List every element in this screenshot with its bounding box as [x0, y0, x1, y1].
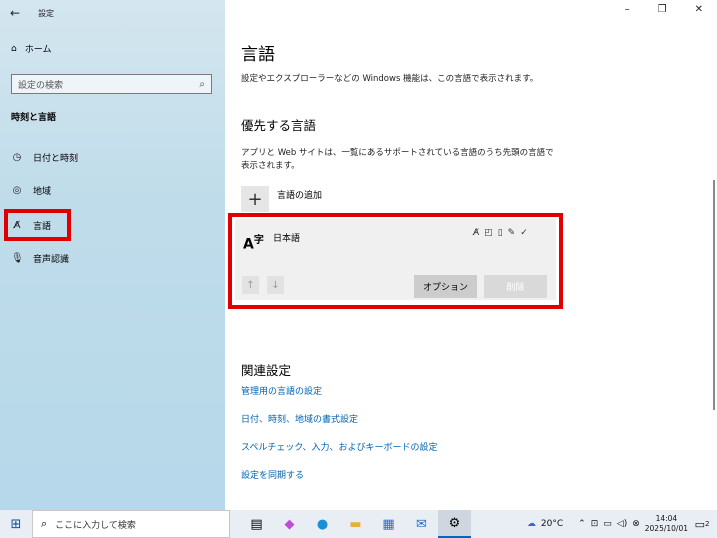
system-tray: ☁ 20°C ⌃ ⊡ ▭ ◁) ⊗ 14:04 2025/10/01 ▭ 2 [527, 510, 717, 538]
window-controls: – ❐ ✕ [625, 4, 703, 15]
titlebar-left: ← 設定 [10, 5, 54, 21]
file-explorer-button[interactable]: ▬ [339, 510, 372, 538]
chevron-up-icon[interactable]: ⌃ [578, 519, 586, 529]
sidebar-item-date-time[interactable]: ◷ 日付と時刻 [11, 148, 78, 166]
speech-recognition-icon: ▯ [497, 228, 503, 238]
add-language-label[interactable]: 言語の追加 [277, 188, 322, 201]
main-content: – ❐ ✕ 言語 設定やエクスプローラーなどの Windows 機能は、この言語… [225, 0, 717, 510]
weather-temp[interactable]: 20°C [541, 519, 563, 529]
mail-icon: ✉ [416, 516, 427, 532]
edge-icon: ● [316, 516, 329, 532]
calendar-clock-icon: ◷ [12, 151, 22, 163]
arrow-up-icon: ↑ [246, 279, 255, 291]
move-up-button[interactable]: ↑ [242, 276, 259, 294]
notification-count: 2 [704, 520, 710, 528]
store-button[interactable]: ▦ [372, 510, 405, 538]
add-language-button[interactable]: + [241, 186, 269, 212]
settings-app-button[interactable]: ⚙ [438, 510, 471, 538]
sidebar-item-label: 音声認識 [33, 254, 70, 265]
task-view-icon: ▤ [250, 516, 263, 532]
notification-center-button[interactable]: ▭ 2 [693, 515, 711, 533]
display-icon[interactable]: ▭ [603, 519, 612, 529]
search-placeholder: 設定の検索 [18, 80, 64, 91]
scrollbar[interactable] [713, 180, 715, 410]
language-glyph-icon: A字 [243, 231, 264, 253]
microphone-icon: 🎙 [11, 252, 24, 264]
related-settings-heading: 関連設定 [241, 363, 292, 378]
clock[interactable]: 14:04 2025/10/01 [645, 514, 688, 534]
network-icon[interactable]: ⊡ [591, 519, 599, 529]
preferred-languages-description: アプリと Web サイトは、一覧にあるサポートされている言語のうち先頭の言語で表… [241, 148, 554, 171]
link-spelling-typing-keyboard[interactable]: スペルチェック、入力、およびキーボードの設定 [241, 440, 438, 453]
globe-icon: ◎ [12, 184, 22, 196]
close-icon[interactable]: ✕ [695, 4, 703, 15]
handwriting-icon: ✎ [507, 228, 516, 238]
link-sync-settings[interactable]: 設定を同期する [241, 468, 304, 481]
nav-home-label: ホーム [24, 45, 52, 55]
nav-home[interactable]: ⌂ ホーム [11, 42, 52, 56]
windows-logo-icon: ⊞ [10, 516, 22, 532]
taskbar-search[interactable]: ⌕ ここに入力して検索 [32, 510, 230, 538]
search-icon: ⌕ [41, 517, 48, 530]
store-icon: ▦ [382, 516, 395, 532]
plus-icon: + [247, 188, 263, 210]
notification-icon: ▭ [694, 517, 705, 531]
arrow-down-icon: ↓ [271, 279, 280, 291]
gear-icon: ⚙ [448, 515, 461, 531]
selected-item-highlight [4, 209, 71, 241]
options-button[interactable]: オプション [414, 275, 477, 298]
glyph-sup: 字 [253, 235, 264, 246]
task-view-button[interactable]: ▤ [240, 510, 273, 538]
text-to-speech-icon: ◰ [484, 228, 493, 238]
sidebar: ← 設定 ⌂ ホーム 設定の検索 ⌕ 時刻と言語 ◷ 日付と時刻 ◎ 地域 A̸… [0, 0, 225, 510]
maximize-icon[interactable]: ❐ [658, 4, 667, 15]
sidebar-item-label: 日付と時刻 [33, 153, 79, 164]
minimize-icon[interactable]: – [625, 4, 630, 15]
sidebar-item-speech[interactable]: 🎙 音声認識 [11, 249, 69, 267]
link-date-time-region-format[interactable]: 日付、時刻、地域の書式設定 [241, 412, 358, 425]
folder-icon: ▬ [349, 516, 362, 532]
settings-search-input[interactable]: 設定の検索 ⌕ [11, 74, 212, 94]
preferred-languages-heading: 優先する言語 [241, 118, 317, 133]
page-description: 設定やエクスプローラーなどの Windows 機能は、この言語で表示されます。 [241, 74, 539, 84]
spell-check-icon: ✓ [520, 228, 528, 238]
language-feature-icons: A̸ ◰ ▯ ✎ ✓ [473, 228, 528, 238]
volume-icon[interactable]: ◁) [617, 519, 627, 529]
edge-button[interactable]: ● [306, 510, 339, 538]
taskbar-search-placeholder: ここに入力して検索 [55, 520, 136, 531]
clock-time: 14:04 [655, 514, 678, 523]
copilot-icon: ◆ [284, 516, 295, 532]
display-language-icon: A̸ [473, 228, 480, 238]
start-button[interactable]: ⊞ [0, 510, 32, 538]
taskbar-apps: ▤ ◆ ● ▬ ▦ ✉ ⚙ [240, 510, 471, 538]
copilot-button[interactable]: ◆ [273, 510, 306, 538]
weather-icon[interactable]: ☁ [527, 519, 536, 529]
remove-button[interactable]: 削除 [484, 275, 547, 298]
glyph-base: A [243, 236, 254, 253]
ime-icon[interactable]: ⊗ [632, 519, 640, 529]
app-title: 設定 [38, 8, 55, 18]
section-label: 時刻と言語 [11, 113, 57, 123]
sidebar-item-region[interactable]: ◎ 地域 [11, 181, 51, 199]
language-name: 日本語 [273, 234, 301, 244]
clock-date: 2025/10/01 [644, 524, 688, 533]
taskbar: ⊞ ⌕ ここに入力して検索 ▤ ◆ ● ▬ ▦ ✉ ⚙ ☁ 20°C ⌃ ⊡ ▭… [0, 510, 717, 538]
page-title: 言語 [241, 45, 275, 65]
move-down-button[interactable]: ↓ [267, 276, 284, 294]
back-arrow-icon[interactable]: ← [10, 6, 20, 20]
sidebar-item-label: 地域 [33, 186, 52, 197]
search-icon: ⌕ [199, 78, 205, 90]
mail-button[interactable]: ✉ [405, 510, 438, 538]
home-icon: ⌂ [11, 43, 17, 54]
link-admin-language[interactable]: 管理用の言語の設定 [241, 384, 322, 397]
